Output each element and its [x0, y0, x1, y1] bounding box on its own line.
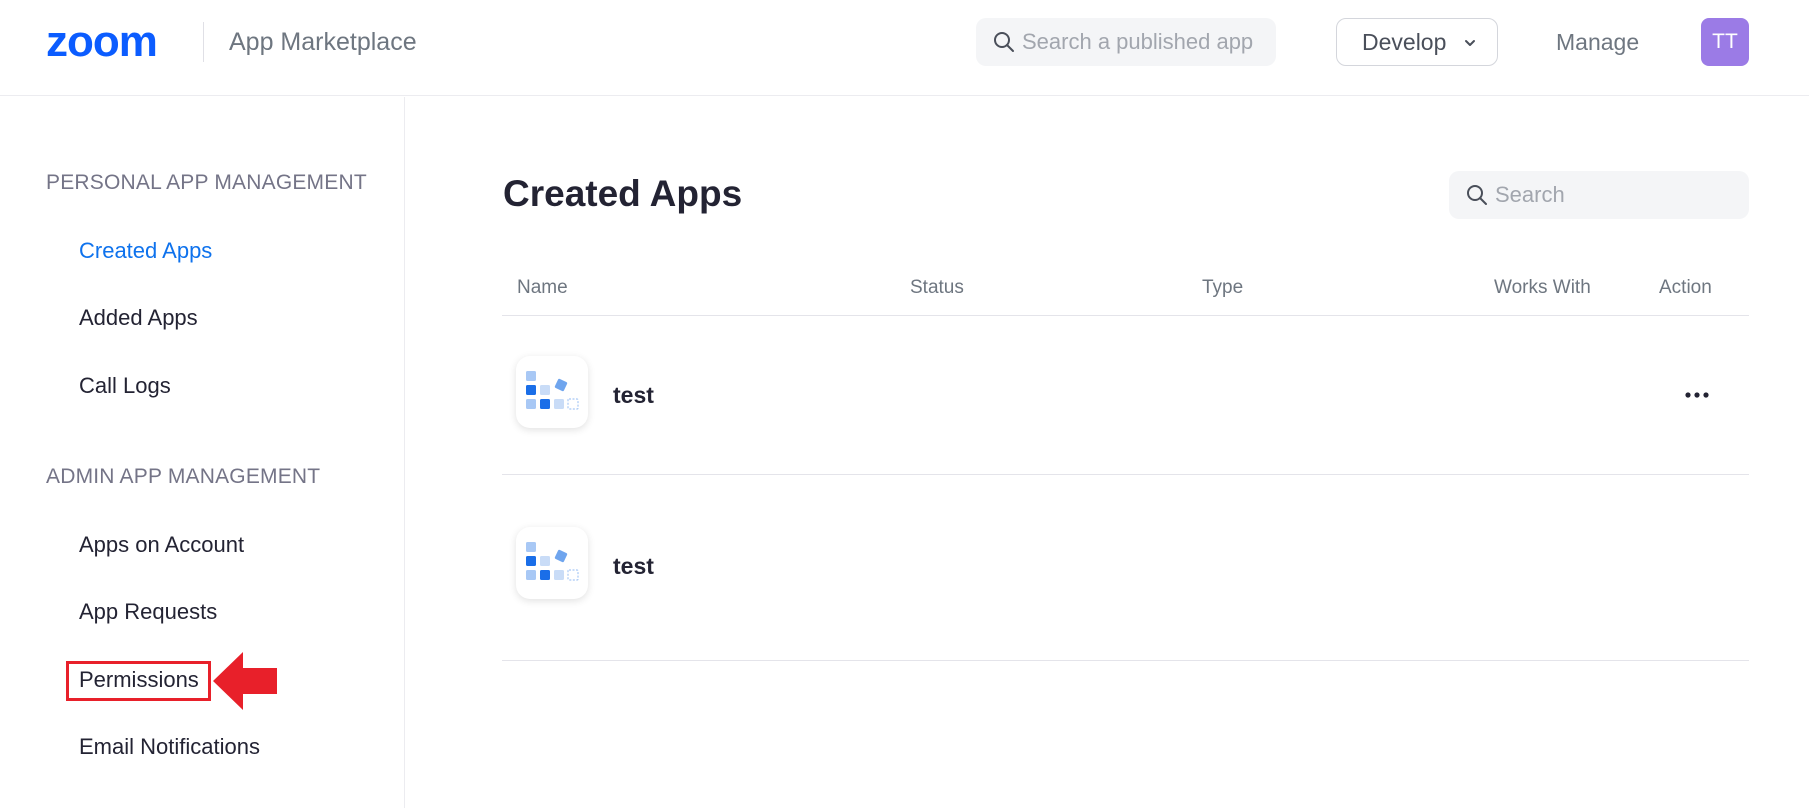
more-options-icon[interactable]: [1682, 385, 1712, 405]
logo-divider: [203, 22, 204, 62]
page-title: Created Apps: [503, 173, 743, 214]
permissions-highlight-box: [66, 661, 211, 701]
sidebar-item-app-requests[interactable]: App Requests: [79, 597, 217, 627]
created-apps-search[interactable]: [1449, 171, 1749, 219]
personal-app-management-heading: PERSONAL APP MANAGEMENT: [46, 171, 367, 194]
column-header-works-with: Works With: [1494, 277, 1591, 298]
chevron-down-icon: [1465, 40, 1475, 46]
table-header: Name Status Type Works With Action: [502, 264, 1749, 316]
zoom-logo[interactable]: zoom: [46, 22, 180, 62]
develop-dropdown-button[interactable]: Develop: [1336, 18, 1498, 66]
app-name-link[interactable]: test: [613, 551, 654, 581]
column-header-name: Name: [517, 277, 568, 298]
app-icon: [516, 527, 588, 599]
app-icon: [516, 356, 588, 428]
top-header: zoom App Marketplace Develop Manage TT: [0, 0, 1809, 96]
column-header-status: Status: [910, 277, 964, 298]
logo-text: zoom: [46, 22, 157, 62]
sidebar: [0, 97, 405, 808]
search-icon: [1467, 185, 1487, 205]
sidebar-item-email-notifications[interactable]: Email Notifications: [79, 732, 260, 762]
table-row[interactable]: test: [502, 475, 1749, 661]
app-marketplace-title[interactable]: App Marketplace: [229, 26, 417, 58]
sidebar-item-created-apps[interactable]: Created Apps: [79, 236, 212, 266]
table-row[interactable]: test: [502, 316, 1749, 475]
admin-app-management-heading: ADMIN APP MANAGEMENT: [46, 465, 321, 488]
user-avatar[interactable]: TT: [1701, 18, 1749, 66]
sidebar-item-call-logs[interactable]: Call Logs: [79, 371, 171, 401]
red-arrow-icon: [213, 652, 277, 710]
search-icon: [994, 32, 1014, 52]
develop-label: Develop: [1362, 28, 1447, 55]
column-header-type: Type: [1202, 277, 1244, 298]
manage-link[interactable]: Manage: [1556, 27, 1639, 57]
created-apps-search-input[interactable]: [1495, 171, 1741, 219]
column-header-action: Action: [1659, 277, 1712, 298]
published-app-search-input[interactable]: [1022, 18, 1268, 66]
app-name-link[interactable]: test: [613, 380, 654, 410]
published-app-search[interactable]: [976, 18, 1276, 66]
sidebar-item-apps-on-account[interactable]: Apps on Account: [79, 530, 244, 560]
app-grid-icon: [526, 542, 579, 581]
app-grid-icon: [526, 371, 579, 410]
sidebar-item-added-apps[interactable]: Added Apps: [79, 303, 198, 333]
